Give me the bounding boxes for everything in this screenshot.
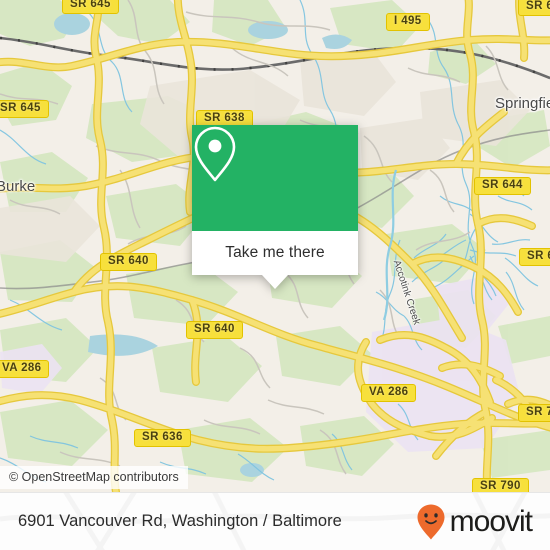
moovit-map-screen: SR 645SR 645SR 638I 495SR 6SR 644SR 6SR … [0, 0, 550, 550]
take-me-there-label: Take me there [225, 244, 325, 261]
road-shield: SR 645 [62, 0, 119, 14]
popup-cta-area[interactable]: Take me there [192, 231, 358, 275]
road-shield: I 495 [386, 13, 430, 31]
osm-attribution[interactable]: © OpenStreetMap contributors [0, 466, 188, 489]
address-label: 6901 Vancouver Rd, Washington / Baltimor… [18, 512, 342, 530]
road-shield: SR 640 [100, 253, 157, 271]
moovit-logo[interactable]: moovit [416, 503, 533, 541]
road-shield: SR 790 [472, 478, 529, 492]
moovit-smiley-pin-icon [417, 504, 445, 539]
road-shield: SR 6 [518, 0, 550, 16]
road-shield: SR 636 [134, 429, 191, 447]
map-canvas[interactable]: SR 645SR 645SR 638I 495SR 6SR 644SR 6SR … [0, 0, 550, 492]
map-pin-icon [194, 126, 236, 182]
place-label: Springfield [495, 95, 550, 112]
road-shield: SR 645 [0, 100, 49, 118]
road-shield: SR 640 [186, 321, 243, 339]
popup-pin-area [192, 125, 358, 231]
road-shield: SR 78 [518, 404, 550, 422]
popup-tail [262, 275, 288, 289]
road-shield: VA 286 [0, 360, 50, 378]
road-shield: VA 286 [361, 384, 417, 402]
moovit-wordmark: moovit [449, 504, 533, 538]
road-shield: SR 6 [519, 248, 550, 266]
destination-popup-card[interactable]: Take me there [192, 125, 358, 289]
footer-bar: 6901 Vancouver Rd, Washington / Baltimor… [0, 492, 550, 550]
road-shield: SR 644 [474, 177, 531, 195]
place-label: Burke [0, 178, 36, 195]
